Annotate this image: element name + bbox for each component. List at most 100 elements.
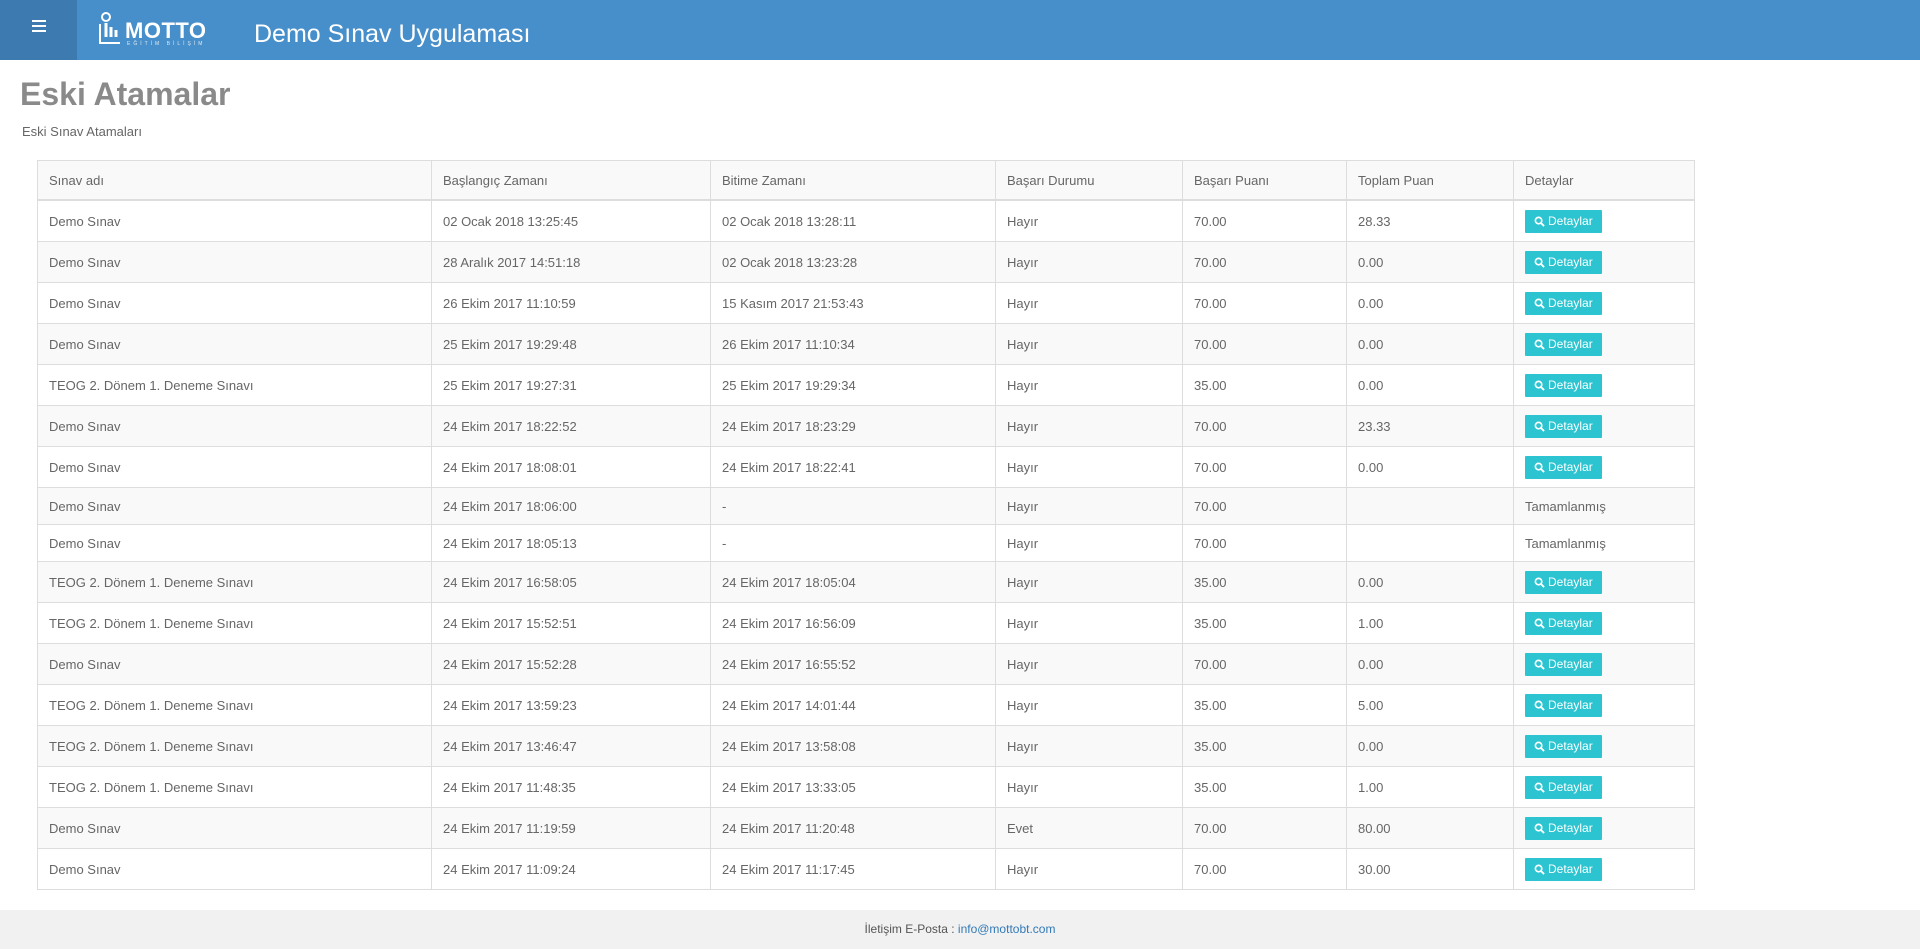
cell-total-score: 1.00 <box>1346 766 1514 808</box>
footer-email-link[interactable]: info@mottobt.com <box>958 922 1056 936</box>
cell-start-time: 24 Ekim 2017 18:08:01 <box>431 446 711 488</box>
details-button-label: Detaylar <box>1548 296 1593 310</box>
search-icon <box>1534 339 1545 350</box>
details-button[interactable]: Detaylar <box>1525 209 1602 233</box>
search-icon <box>1534 380 1545 391</box>
cell-start-time: 24 Ekim 2017 13:59:23 <box>431 684 711 726</box>
completed-status-text: Tamamlanmış <box>1525 498 1606 514</box>
cell-status: Hayır <box>995 199 1183 242</box>
cell-details: Tamamlanmış <box>1513 487 1695 525</box>
cell-exam-name: Demo Sınav <box>37 446 432 488</box>
details-button[interactable]: Detaylar <box>1525 455 1602 479</box>
details-button[interactable]: Detaylar <box>1525 250 1602 274</box>
table-row: Demo Sınav 26 Ekim 2017 11:10:59 15 Kasım … <box>37 282 1695 324</box>
cell-status: Hayır <box>995 364 1183 406</box>
table-row: Demo Sınav 28 Aralık 2017 14:51:18 02 Ocak… <box>37 241 1695 283</box>
search-icon <box>1534 782 1545 793</box>
assignments-table: Sınav adı Başlangıç Zamanı Bitime Zamanı… <box>37 160 1695 890</box>
cell-pass-score: 70.00 <box>1182 807 1347 849</box>
cell-pass-score: 35.00 <box>1182 766 1347 808</box>
details-button-label: Detaylar <box>1548 780 1593 794</box>
cell-exam-name: Demo Sınav <box>37 643 432 685</box>
motto-logo-icon <box>99 12 120 44</box>
cell-exam-name: TEOG 2. Dönem 1. Deneme Sınavı <box>37 602 432 644</box>
logo-subtext: EĞİTİM BİLİŞİM <box>127 41 206 47</box>
cell-start-time: 24 Ekim 2017 18:06:00 <box>431 487 711 525</box>
cell-total-score: 0.00 <box>1346 643 1514 685</box>
cell-end-time: 24 Ekim 2017 13:58:08 <box>710 725 996 767</box>
cell-status: Hayır <box>995 561 1183 603</box>
menu-toggle-button[interactable] <box>0 0 77 60</box>
details-button-label: Detaylar <box>1548 821 1593 835</box>
search-icon <box>1534 257 1545 268</box>
page-title: Eski Atamalar <box>20 76 231 112</box>
cell-end-time: 02 Ocak 2018 13:28:11 <box>710 199 996 242</box>
cell-total-score: 0.00 <box>1346 446 1514 488</box>
details-button-label: Detaylar <box>1548 214 1593 228</box>
cell-start-time: 24 Ekim 2017 11:19:59 <box>431 807 711 849</box>
details-button[interactable]: Detaylar <box>1525 611 1602 635</box>
details-button[interactable]: Detaylar <box>1525 414 1602 438</box>
column-header-details: Detaylar <box>1513 160 1695 201</box>
cell-end-time: 24 Ekim 2017 13:33:05 <box>710 766 996 808</box>
cell-end-time: 24 Ekim 2017 14:01:44 <box>710 684 996 726</box>
search-icon <box>1534 577 1545 588</box>
cell-exam-name: TEOG 2. Dönem 1. Deneme Sınavı <box>37 684 432 726</box>
cell-status: Hayır <box>995 848 1183 890</box>
cell-end-time: 24 Ekim 2017 16:56:09 <box>710 602 996 644</box>
details-button[interactable]: Detaylar <box>1525 734 1602 758</box>
cell-total-score: 0.00 <box>1346 282 1514 324</box>
details-button[interactable]: Detaylar <box>1525 332 1602 356</box>
cell-start-time: 24 Ekim 2017 15:52:51 <box>431 602 711 644</box>
hamburger-icon-bar <box>32 25 46 27</box>
cell-status: Hayır <box>995 725 1183 767</box>
cell-details: Tamamlanmış <box>1513 524 1695 562</box>
details-button[interactable]: Detaylar <box>1525 775 1602 799</box>
cell-total-score: 23.33 <box>1346 405 1514 447</box>
cell-pass-score: 35.00 <box>1182 364 1347 406</box>
search-icon <box>1534 298 1545 309</box>
details-button[interactable]: Detaylar <box>1525 693 1602 717</box>
table-row: Demo Sınav 24 Ekim 2017 11:09:24 24 Ekim 2… <box>37 848 1695 890</box>
table-row: Demo Sınav 25 Ekim 2017 19:29:48 26 Ekim 2… <box>37 323 1695 365</box>
details-button[interactable]: Detaylar <box>1525 857 1602 881</box>
details-button[interactable]: Detaylar <box>1525 291 1602 315</box>
cell-pass-score: 70.00 <box>1182 323 1347 365</box>
cell-exam-name: Demo Sınav <box>37 807 432 849</box>
table-row: Demo Sınav 24 Ekim 2017 18:05:13- Hayır 70.… <box>37 524 1695 562</box>
cell-pass-score: 70.00 <box>1182 524 1347 562</box>
cell-status: Hayır <box>995 643 1183 685</box>
motto-logo[interactable]: MOTTO EĞİTİM BİLİŞİM <box>98 10 208 50</box>
cell-start-time: 24 Ekim 2017 11:09:24 <box>431 848 711 890</box>
cell-pass-score: 70.00 <box>1182 848 1347 890</box>
cell-pass-score: 70.00 <box>1182 487 1347 525</box>
table-row: TEOG 2. Dönem 1. Deneme Sınavı 24 Ekim 20… <box>37 766 1695 808</box>
table-row: TEOG 2. Dönem 1. Deneme Sınavı 24 Ekim 20… <box>37 684 1695 726</box>
hamburger-icon-bar <box>32 30 46 32</box>
details-button-label: Detaylar <box>1548 255 1593 269</box>
details-button[interactable]: Detaylar <box>1525 570 1602 594</box>
cell-status: Evet <box>995 807 1183 849</box>
details-button[interactable]: Detaylar <box>1525 652 1602 676</box>
cell-start-time: 24 Ekim 2017 13:46:47 <box>431 725 711 767</box>
cell-details: Detaylar <box>1513 446 1695 488</box>
cell-status: Hayır <box>995 446 1183 488</box>
search-icon <box>1534 700 1545 711</box>
details-button[interactable]: Detaylar <box>1525 816 1602 840</box>
cell-status: Hayır <box>995 323 1183 365</box>
search-icon <box>1534 216 1545 227</box>
search-icon <box>1534 823 1545 834</box>
cell-pass-score: 35.00 <box>1182 684 1347 726</box>
details-button-label: Detaylar <box>1548 419 1593 433</box>
column-header-end-time: Bitime Zamanı <box>710 160 996 201</box>
cell-pass-score: 70.00 <box>1182 199 1347 242</box>
cell-pass-score: 70.00 <box>1182 446 1347 488</box>
footer-contact-label: İletişim E-Posta : <box>864 922 955 936</box>
cell-status: Hayır <box>995 602 1183 644</box>
details-button[interactable]: Detaylar <box>1525 373 1602 397</box>
cell-end-time: 24 Ekim 2017 18:23:29 <box>710 405 996 447</box>
app-title: Demo Sınav Uygulaması <box>254 20 531 48</box>
cell-details: Detaylar <box>1513 684 1695 726</box>
cell-total-score <box>1346 524 1514 562</box>
cell-end-time: 02 Ocak 2018 13:23:28 <box>710 241 996 283</box>
